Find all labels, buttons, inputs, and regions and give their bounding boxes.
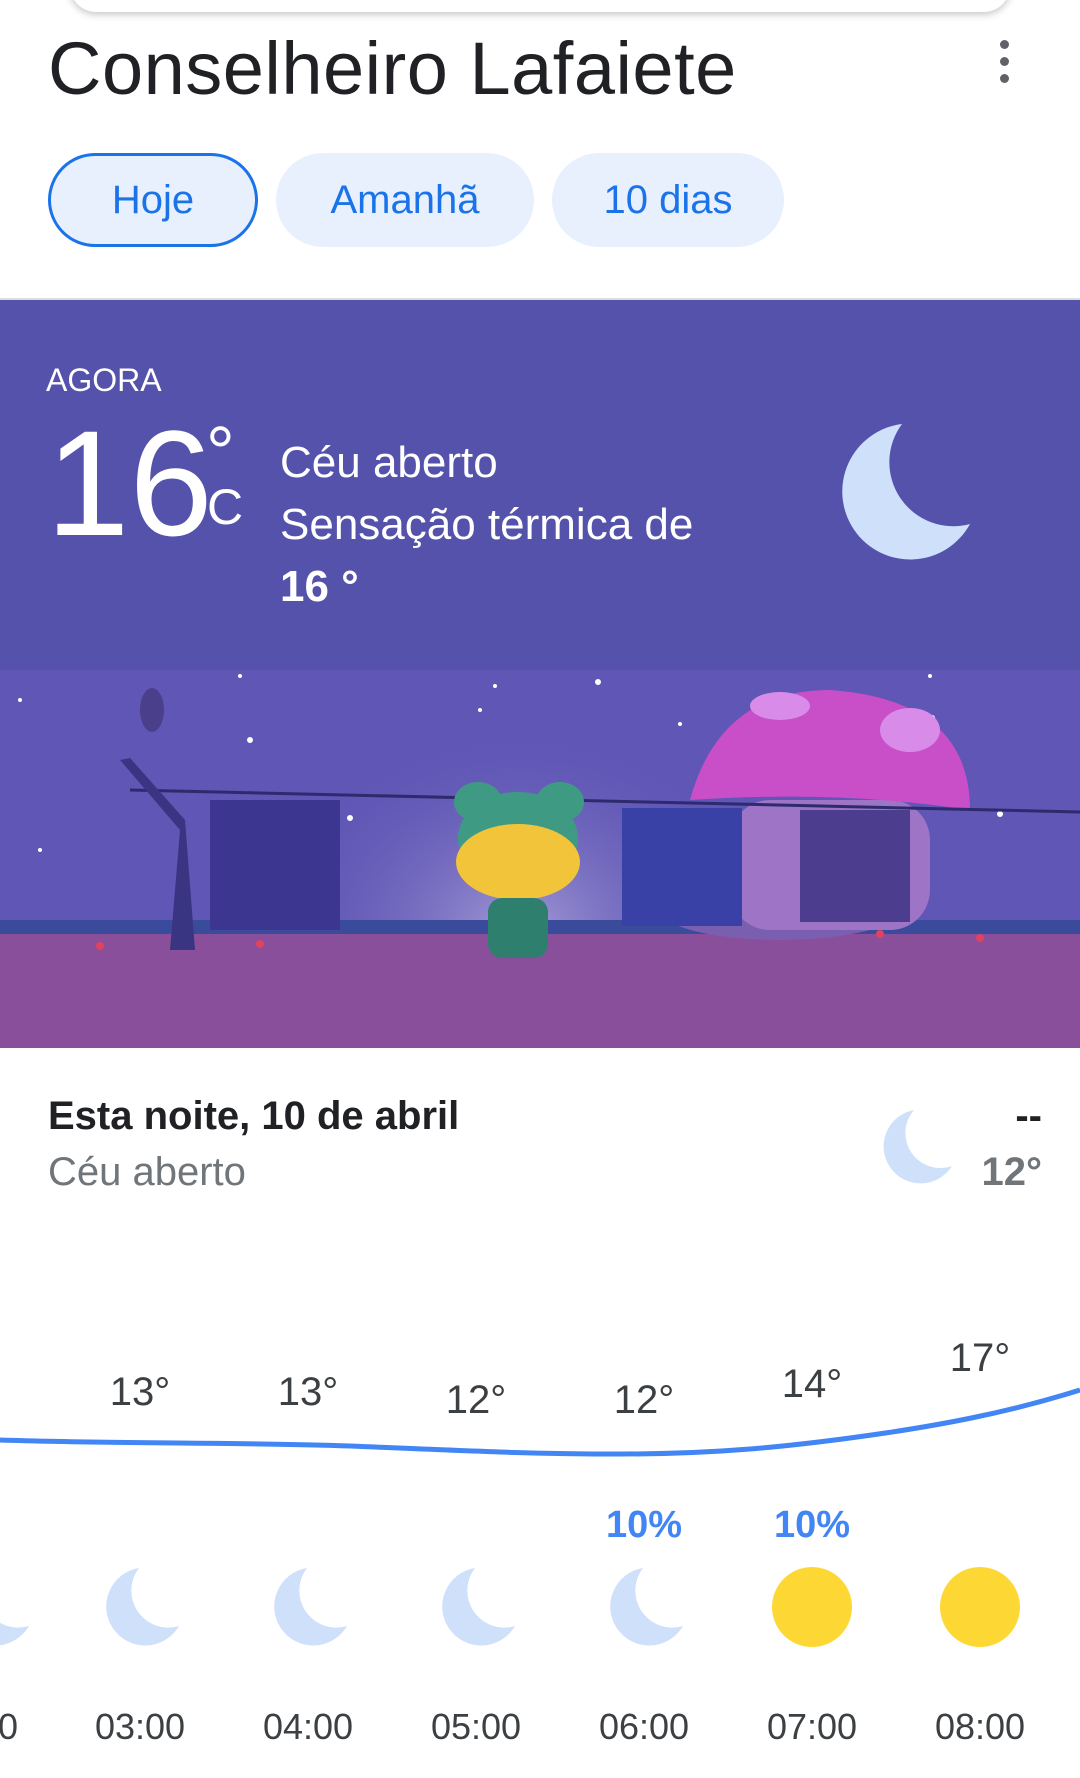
tonight-high: -- [1015, 1094, 1042, 1138]
hour-time: 04:00 [262, 1706, 354, 1747]
more-options-icon[interactable] [990, 40, 1018, 90]
feels-like-label: Sensação térmica de [280, 500, 694, 549]
tab-10-days[interactable]: 10 dias [552, 153, 784, 247]
tonight-condition: Céu aberto [48, 1150, 246, 1194]
sun-icon [772, 1567, 852, 1647]
hour-time: 05:00 [430, 1706, 522, 1747]
temperature-unit[interactable]: C [207, 478, 243, 536]
hour-time: 06:00 [598, 1706, 690, 1747]
feels-like-value: 16 ° [280, 562, 359, 611]
tab-today[interactable]: Hoje [48, 153, 258, 247]
precip-chance: 10% [605, 1504, 683, 1546]
tonight-title: Esta noite, 10 de abril [48, 1094, 460, 1138]
moon-icon [274, 1568, 347, 1646]
hour-temp: 12° [613, 1378, 675, 1422]
frog-night-illustration [0, 670, 1080, 1048]
current-condition: Céu aberto Sensação térmica de 16 ° [280, 432, 693, 618]
moon-icon [442, 1568, 515, 1646]
hour-temp: 13° [277, 1370, 339, 1414]
hour-time: 0 [0, 1706, 19, 1747]
condition-text: Céu aberto [280, 438, 498, 487]
hour-temp: 14° [781, 1362, 843, 1406]
moon-icon [842, 424, 970, 560]
hour-time: 08:00 [934, 1706, 1026, 1747]
search-bar[interactable] [70, 0, 1010, 12]
tonight-low: 12° [981, 1150, 1043, 1194]
moon-icon [610, 1568, 683, 1646]
now-label: AGORA [46, 362, 162, 398]
hour-time: 07:00 [766, 1706, 858, 1747]
moon-icon [883, 1110, 952, 1184]
tab-tomorrow[interactable]: Amanhã [276, 153, 534, 247]
sun-icon [940, 1567, 1020, 1647]
city-title: Conselheiro Lafaiete [48, 27, 737, 110]
moon-icon [106, 1568, 179, 1646]
current-temperature: 16 [46, 399, 213, 567]
precip-chance: 10% [773, 1504, 851, 1546]
current-weather-card: AGORA 16 ° C Céu aberto Sensação térmica… [0, 298, 1080, 1048]
hour-temp: 17° [949, 1336, 1011, 1380]
hour-temp: 13° [109, 1370, 171, 1414]
hour-time: 03:00 [94, 1706, 186, 1747]
hour-temp: 12° [445, 1378, 507, 1422]
moon-icon [0, 1622, 29, 1646]
